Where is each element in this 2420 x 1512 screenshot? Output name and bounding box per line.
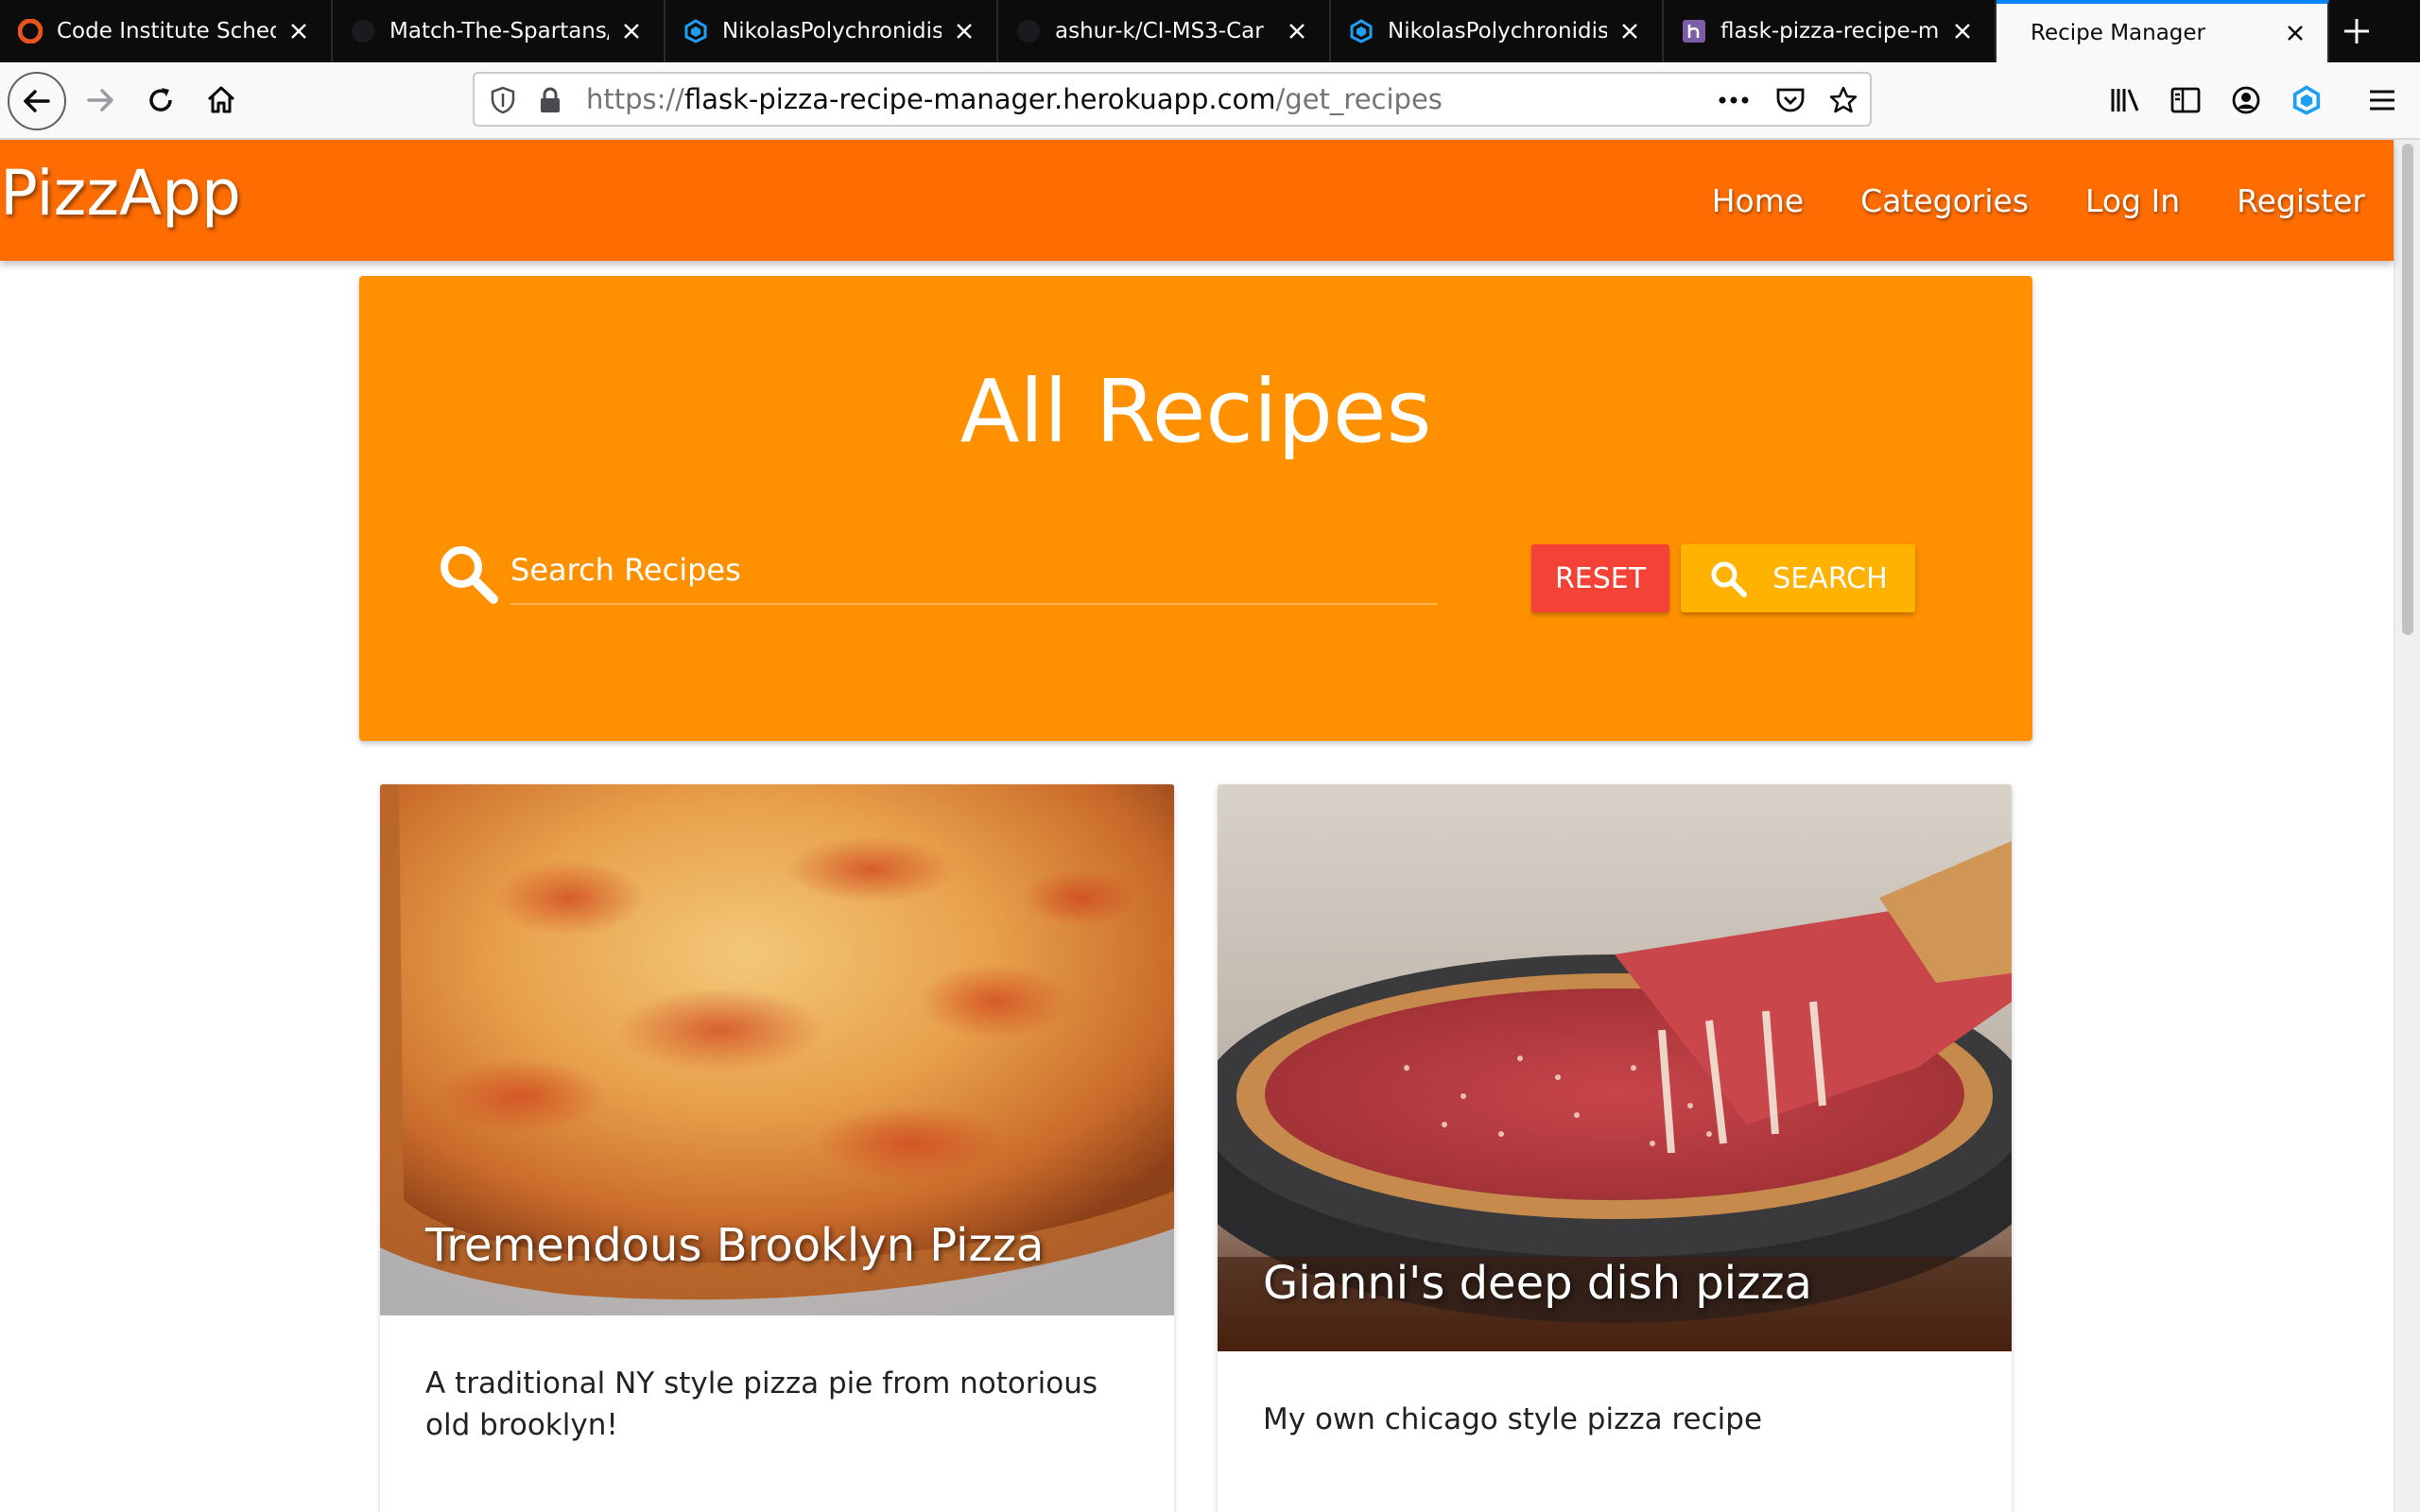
recipe-title: Gianni's deep dish pizza (1263, 1257, 1812, 1310)
gitpod-icon (683, 18, 709, 44)
github-icon (350, 18, 376, 44)
pocket-icon[interactable] (1772, 81, 1809, 119)
page-viewport: PizzApp Home Categories Log In Register … (0, 140, 2420, 1512)
browser-tab[interactable]: Code Institute Schedu (0, 0, 333, 62)
reload-icon[interactable] (136, 76, 185, 125)
close-icon[interactable] (2280, 18, 2310, 48)
gitpod-icon (1348, 18, 1374, 44)
tab-title: ashur-k/CI-MS3-Car (1055, 19, 1264, 43)
shield-icon[interactable] (484, 81, 522, 119)
browser-tab[interactable]: flask-pizza-recipe-m (1664, 0, 1996, 62)
nav-log-in[interactable]: Log In (2085, 182, 2180, 219)
sidebar-icon[interactable] (2163, 77, 2208, 123)
browser-tab[interactable]: ashur-k/CI-MS3-Car (998, 0, 1331, 62)
close-icon[interactable] (1947, 16, 1978, 46)
browser-tab-bar: Code Institute Schedu Match-The-Spartans… (0, 0, 2420, 62)
recipe-card[interactable]: Gianni's deep dish pizza My own chicago … (1218, 784, 2012, 1512)
recipe-description: A traditional NY style pizza pie from no… (425, 1366, 1098, 1442)
search-icon (437, 542, 499, 605)
search-panel: All Recipes RESET SEARCH (359, 276, 2032, 741)
nav-register[interactable]: Register (2237, 182, 2365, 219)
recipe-title: Tremendous Brooklyn Pizza (425, 1219, 1045, 1272)
tab-title: Recipe Manager (2031, 21, 2206, 45)
nav-home[interactable]: Home (1712, 182, 1804, 219)
github-icon (1015, 18, 1042, 44)
scrollbar-thumb[interactable] (2402, 144, 2413, 635)
url-host: flask-pizza-recipe-manager.herokuapp.com (683, 83, 1276, 115)
lock-icon[interactable] (531, 81, 569, 119)
site-header: PizzApp Home Categories Log In Register (0, 140, 2394, 261)
hamburger-menu-icon[interactable] (2360, 77, 2405, 123)
brand-logo[interactable]: PizzApp (0, 157, 241, 230)
tab-title: Code Institute Schedu (57, 19, 276, 43)
close-icon[interactable] (949, 16, 979, 46)
browser-tab[interactable]: NikolasPolychronidis/ (666, 0, 998, 62)
gitpod-extension-icon[interactable] (2284, 77, 2329, 123)
forward-arrow-icon[interactable] (76, 76, 125, 125)
search-input[interactable] (510, 544, 1437, 605)
back-arrow-icon[interactable] (8, 72, 66, 130)
more-dots-icon[interactable] (1715, 81, 1753, 119)
page-title: All Recipes (959, 361, 1432, 462)
address-bar[interactable]: https://flask-pizza-recipe-manager.herok… (473, 72, 1872, 127)
search-button[interactable]: SEARCH (1681, 544, 1915, 612)
browser-tab[interactable]: Match-The-Spartans/ (333, 0, 666, 62)
tab-title: NikolasPolychronidis/ (722, 19, 942, 43)
library-icon[interactable] (2102, 77, 2148, 123)
recipe-image[interactable]: Gianni's deep dish pizza (1218, 784, 2012, 1351)
close-icon[interactable] (1615, 16, 1645, 46)
url-text[interactable]: https://flask-pizza-recipe-manager.herok… (586, 74, 1443, 125)
new-tab-icon[interactable] (2335, 9, 2378, 53)
browser-tab-active[interactable]: Recipe Manager (1996, 0, 2329, 62)
tab-title: Match-The-Spartans/ (389, 19, 609, 43)
home-icon[interactable] (197, 76, 246, 125)
close-icon[interactable] (284, 16, 314, 46)
url-scheme: https:// (586, 83, 684, 115)
code-institute-icon (17, 18, 43, 44)
recipe-image[interactable]: Tremendous Brooklyn Pizza (380, 784, 1174, 1315)
browser-tab[interactable]: NikolasPolychronidis/ (1331, 0, 1664, 62)
bookmark-star-icon[interactable] (1824, 81, 1862, 119)
close-icon[interactable] (616, 16, 647, 46)
tab-title: flask-pizza-recipe-m (1720, 19, 1940, 43)
tab-title: NikolasPolychronidis/ (1388, 19, 1607, 43)
close-icon[interactable] (1282, 16, 1312, 46)
url-path: /get_recipes (1275, 83, 1443, 115)
main-nav: Home Categories Log In Register (1655, 140, 2365, 261)
reset-button[interactable]: RESET (1531, 544, 1669, 612)
heroku-icon (1681, 18, 1707, 44)
recipe-description: My own chicago style pizza recipe (1263, 1402, 1763, 1436)
search-button-label: SEARCH (1772, 561, 1888, 595)
page-scrollbar[interactable] (2394, 140, 2420, 1512)
recipe-card[interactable]: Tremendous Brooklyn Pizza A traditional … (380, 784, 1174, 1512)
account-icon[interactable] (2223, 77, 2269, 123)
search-icon (1708, 558, 1748, 598)
browser-toolbar: https://flask-pizza-recipe-manager.herok… (0, 62, 2420, 140)
nav-categories[interactable]: Categories (1860, 182, 2029, 219)
